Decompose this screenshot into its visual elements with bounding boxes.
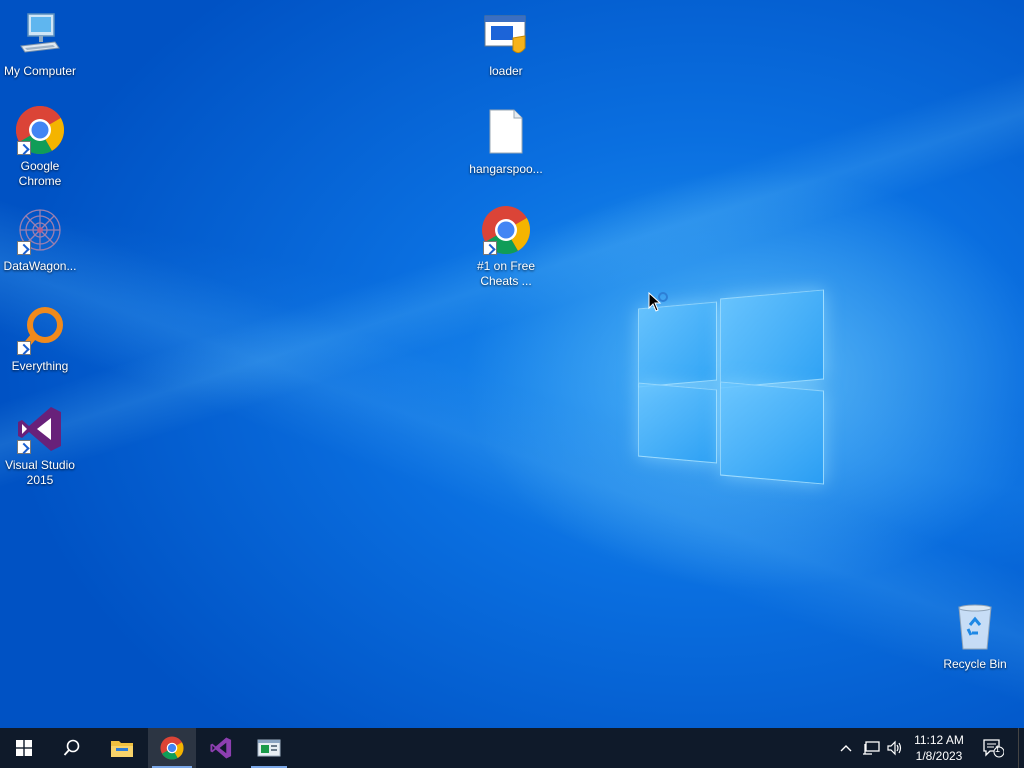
action-center-button[interactable]: 1	[978, 728, 1008, 768]
search-button[interactable]	[48, 728, 96, 768]
loader-window-icon	[257, 739, 281, 757]
taskbar-chrome[interactable]	[148, 728, 196, 768]
chrome-icon	[160, 736, 184, 760]
chrome-icon	[481, 205, 531, 255]
taskbar-clock[interactable]: 11:12 AM 1/8/2023	[904, 728, 974, 768]
desktop-icon-everything[interactable]: Everything	[0, 305, 80, 374]
mouse-cursor-busy-icon	[648, 291, 672, 319]
recycle-bin-icon	[950, 603, 1000, 653]
notification-icon	[983, 739, 1004, 758]
file-explorer-icon	[111, 741, 133, 757]
desktop-icon-visual-studio[interactable]: Visual Studio 2015	[0, 404, 80, 488]
desktop-icon-label: Everything	[11, 359, 69, 373]
clock-date: 1/8/2023	[915, 749, 963, 763]
desktop-icon-label: loader	[489, 64, 523, 78]
volume-icon	[887, 740, 902, 756]
taskbar: 11:12 AM 1/8/2023 1	[0, 728, 1024, 768]
taskbar-loader-window[interactable]	[245, 728, 293, 768]
show-hidden-icons-button[interactable]	[836, 728, 856, 768]
desktop-icon-free-cheats-shortcut[interactable]: #1 on Free Cheats ...	[466, 205, 546, 289]
desktop[interactable]: My Computer Google Chrome DataWagon... E…	[0, 0, 1024, 728]
show-hidden-icons-chevron	[840, 745, 852, 752]
search-icon	[63, 739, 80, 756]
desktop-icon-my-computer[interactable]: My Computer	[0, 10, 80, 79]
desktop-icon-hangarspoo[interactable]: hangarspoo...	[466, 108, 546, 177]
desktop-icon-label: #1 on Free Cheats ...	[476, 259, 536, 288]
desktop-icon-loader[interactable]: loader	[466, 10, 546, 79]
network-icon	[863, 741, 880, 755]
datawagon-icon	[15, 205, 65, 255]
taskbar-visual-studio[interactable]	[197, 728, 245, 768]
chrome-icon	[15, 105, 65, 155]
desktop-icon-google-chrome[interactable]: Google Chrome	[0, 105, 80, 189]
desktop-icon-datawagon[interactable]: DataWagon...	[0, 205, 80, 274]
visual-studio-icon	[15, 404, 65, 454]
desktop-icon-label: hangarspoo...	[469, 162, 543, 176]
taskbar-file-explorer[interactable]	[98, 728, 146, 768]
show-desktop-button[interactable]	[1018, 728, 1024, 768]
windows-start-icon	[16, 740, 32, 756]
clock-time: 11:12 AM	[914, 733, 964, 747]
desktop-icon-label: DataWagon...	[3, 259, 77, 273]
desktop-icon-recycle-bin[interactable]: Recycle Bin	[935, 603, 1015, 672]
blank-file-icon	[481, 108, 531, 158]
notification-count-badge: 1	[995, 744, 1001, 754]
start-button[interactable]	[0, 728, 48, 768]
desktop-icon-label: Recycle Bin	[943, 657, 1007, 671]
desktop-icon-label: Visual Studio 2015	[5, 458, 75, 487]
desktop-icon-label: Google Chrome	[18, 159, 62, 188]
desktop-icon-label: My Computer	[3, 64, 77, 78]
network-button[interactable]	[860, 728, 882, 768]
computer-icon	[15, 10, 65, 60]
loader-exe-icon	[481, 10, 531, 60]
volume-button[interactable]	[884, 728, 906, 768]
visual-studio-icon	[210, 737, 232, 759]
everything-search-icon	[15, 305, 65, 355]
